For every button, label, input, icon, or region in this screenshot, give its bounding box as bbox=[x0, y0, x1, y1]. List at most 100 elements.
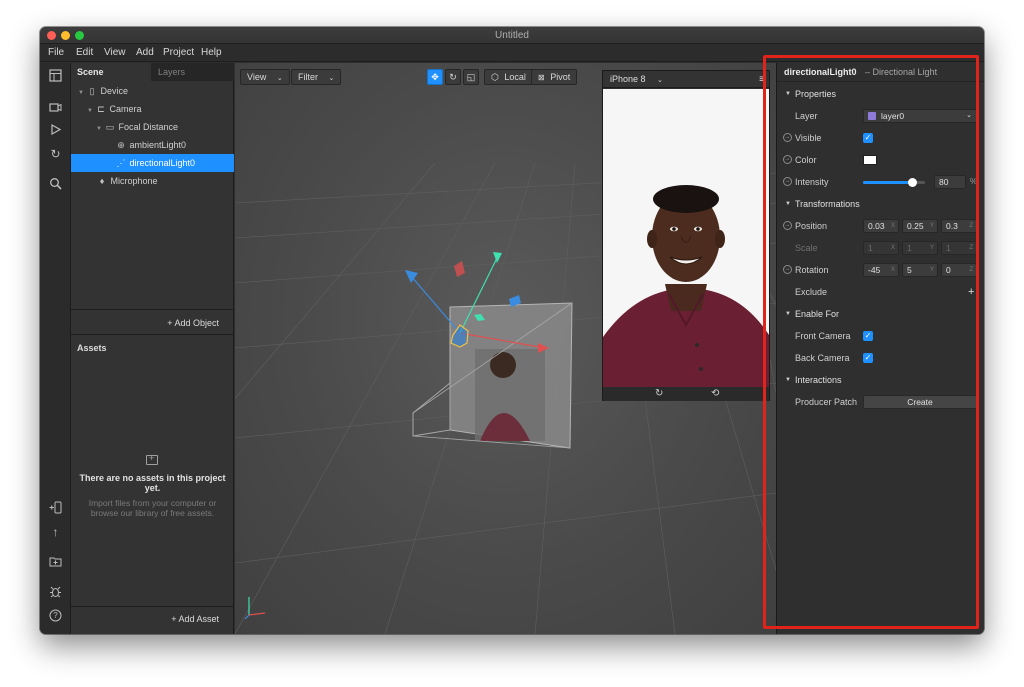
section-enable-for[interactable]: ▼ Enable For bbox=[777, 304, 984, 324]
simulator-device-dropdown[interactable]: iPhone 8 ⌄ ≡ bbox=[603, 71, 769, 88]
front-camera-checkbox[interactable]: ✓ bbox=[863, 331, 873, 341]
view-dropdown[interactable]: View ⌄ bbox=[240, 69, 290, 85]
menu-edit[interactable]: Edit bbox=[76, 47, 93, 58]
import-folder-icon bbox=[146, 453, 158, 465]
pivot-button[interactable]: ⊠ Pivot bbox=[531, 69, 578, 85]
position-y-input[interactable]: 0.25 Y bbox=[902, 219, 938, 233]
move-tool-icon[interactable]: ✥ bbox=[427, 69, 443, 85]
bug-icon[interactable] bbox=[48, 585, 63, 600]
zoom-icon[interactable] bbox=[48, 177, 63, 192]
tree-item-ambient-light[interactable]: ⊕ ambientLight0 bbox=[71, 136, 234, 154]
section-title: Interactions bbox=[795, 375, 842, 385]
globe-icon: ⊕ bbox=[117, 140, 125, 150]
section-interactions[interactable]: ▼ Interactions bbox=[777, 370, 984, 390]
position-x: 0.03 bbox=[868, 221, 885, 231]
menu-project[interactable]: Project bbox=[163, 47, 194, 58]
scale-label: Scale bbox=[795, 243, 818, 253]
refresh-icon[interactable]: ↻ bbox=[655, 388, 663, 399]
rotation-x-input[interactable]: -45 X bbox=[863, 263, 899, 277]
simulator-toolbar: ↻ ⟲ bbox=[603, 387, 769, 401]
axis-y-label: Y bbox=[929, 245, 934, 251]
tree-item-device[interactable]: ▼ ▯ Device bbox=[71, 82, 234, 100]
create-label: Create bbox=[907, 397, 933, 407]
menu-help[interactable]: Help bbox=[201, 47, 222, 58]
add-patch-icon[interactable]: → bbox=[783, 177, 792, 186]
tree-item-microphone[interactable]: ♦ Microphone bbox=[71, 172, 234, 190]
rotation-z-input[interactable]: 0Z bbox=[941, 263, 977, 277]
add-patch-icon[interactable]: → bbox=[783, 133, 792, 142]
menu-icon[interactable]: ≡ bbox=[759, 71, 765, 88]
menu-view[interactable]: View bbox=[104, 47, 126, 58]
simulator-preview bbox=[603, 89, 769, 387]
assets-empty-hint: Import files from your computer or brows… bbox=[88, 498, 217, 518]
rotation-y-input[interactable]: 5Y bbox=[902, 263, 938, 277]
add-asset-button[interactable]: + Add Asset bbox=[171, 614, 219, 624]
rotation-label: Rotation bbox=[795, 265, 829, 275]
tree-item-label: Device bbox=[100, 86, 129, 96]
intensity-row: → Intensity 80 % bbox=[777, 171, 984, 193]
add-folder-icon[interactable] bbox=[48, 555, 63, 570]
add-patch-icon[interactable]: → bbox=[783, 221, 792, 230]
scale-row: Scale 1X 1Y 1Z bbox=[777, 237, 984, 259]
device-icon: ▯ bbox=[89, 86, 95, 96]
filter-dropdown[interactable]: Filter ⌄ bbox=[291, 69, 342, 85]
visible-checkbox[interactable]: ✓ bbox=[863, 133, 873, 143]
color-swatch[interactable] bbox=[863, 155, 877, 165]
section-transformations[interactable]: ▼ Transformations bbox=[777, 194, 984, 214]
chevron-down-icon: ⌄ bbox=[657, 77, 663, 84]
color-label: Color bbox=[795, 155, 817, 165]
microphone-icon: ♦ bbox=[99, 176, 105, 186]
menu-add[interactable]: Add bbox=[136, 47, 154, 58]
tree-item-label: ambientLight0 bbox=[129, 140, 187, 150]
tab-layers[interactable]: Layers bbox=[151, 63, 234, 81]
create-button[interactable]: Create bbox=[863, 395, 977, 409]
inspector-header: directionalLight0 – Directional Light bbox=[777, 63, 984, 82]
send-to-device-icon[interactable] bbox=[48, 501, 63, 516]
tree-item-label: Camera bbox=[109, 104, 142, 114]
upload-icon[interactable]: ↑ bbox=[48, 525, 63, 540]
tree-item-camera[interactable]: ▼ ⊏ Camera bbox=[71, 100, 234, 118]
back-camera-checkbox[interactable]: ✓ bbox=[863, 353, 873, 363]
tab-scene[interactable]: Scene bbox=[71, 63, 151, 81]
scale-tool-icon[interactable]: ◱ bbox=[463, 69, 479, 85]
add-patch-icon[interactable]: → bbox=[783, 155, 792, 164]
tree-item-directional-light[interactable]: ⋰ directionalLight0 bbox=[71, 154, 234, 172]
scale-y: 1 bbox=[907, 243, 912, 253]
rotate-device-icon[interactable]: ⟲ bbox=[711, 388, 719, 399]
rotation-y: 5 bbox=[907, 265, 912, 275]
section-properties[interactable]: ▼ Properties bbox=[777, 84, 984, 104]
collapse-arrow-icon: ▼ bbox=[785, 377, 791, 383]
intensity-input[interactable]: 80 bbox=[934, 175, 966, 189]
menu-file[interactable]: File bbox=[48, 47, 64, 58]
intensity-slider[interactable] bbox=[863, 178, 925, 187]
layout-icon[interactable] bbox=[48, 69, 63, 84]
layer-select[interactable]: layer0 ⌄ bbox=[863, 109, 977, 123]
chevron-down-icon: ⌄ bbox=[966, 112, 972, 119]
producer-patch-label: Producer Patch bbox=[795, 397, 858, 407]
add-object-button[interactable]: + Add Object bbox=[167, 318, 219, 328]
pivot-label: Pivot bbox=[550, 72, 571, 82]
refresh-icon[interactable]: ↻ bbox=[48, 147, 63, 162]
add-patch-icon[interactable]: → bbox=[783, 265, 792, 274]
rotate-tool-icon[interactable]: ↻ bbox=[445, 69, 461, 85]
camera-icon: ⊏ bbox=[97, 104, 105, 114]
chevron-down-icon: ⌄ bbox=[328, 75, 335, 82]
inspector-panel: directionalLight0 – Directional Light ▼ … bbox=[776, 63, 984, 634]
play-icon[interactable] bbox=[48, 123, 63, 138]
axis-y-label: Y bbox=[929, 223, 934, 229]
producer-patch-row: Producer Patch Create bbox=[777, 391, 984, 413]
filter-label: Filter bbox=[298, 72, 318, 82]
title-bar: Untitled bbox=[40, 27, 984, 44]
position-z-input[interactable]: 0.3 Z bbox=[941, 219, 977, 233]
help-icon[interactable]: ? bbox=[48, 609, 63, 624]
tree-item-label: directionalLight0 bbox=[129, 158, 196, 168]
cube-icon: ⬡ bbox=[491, 72, 499, 82]
rotation-x: -45 bbox=[868, 265, 881, 275]
video-icon[interactable] bbox=[48, 101, 63, 116]
add-exclude-icon[interactable]: + bbox=[968, 281, 974, 303]
local-space-button[interactable]: ⬡ Local bbox=[484, 69, 533, 85]
position-z: 0.3 bbox=[946, 221, 958, 231]
position-x-input[interactable]: 0.03 X bbox=[863, 219, 899, 233]
slider-knob[interactable] bbox=[908, 178, 918, 187]
tree-item-focal-distance[interactable]: ▼ ▭ Focal Distance bbox=[71, 118, 234, 136]
